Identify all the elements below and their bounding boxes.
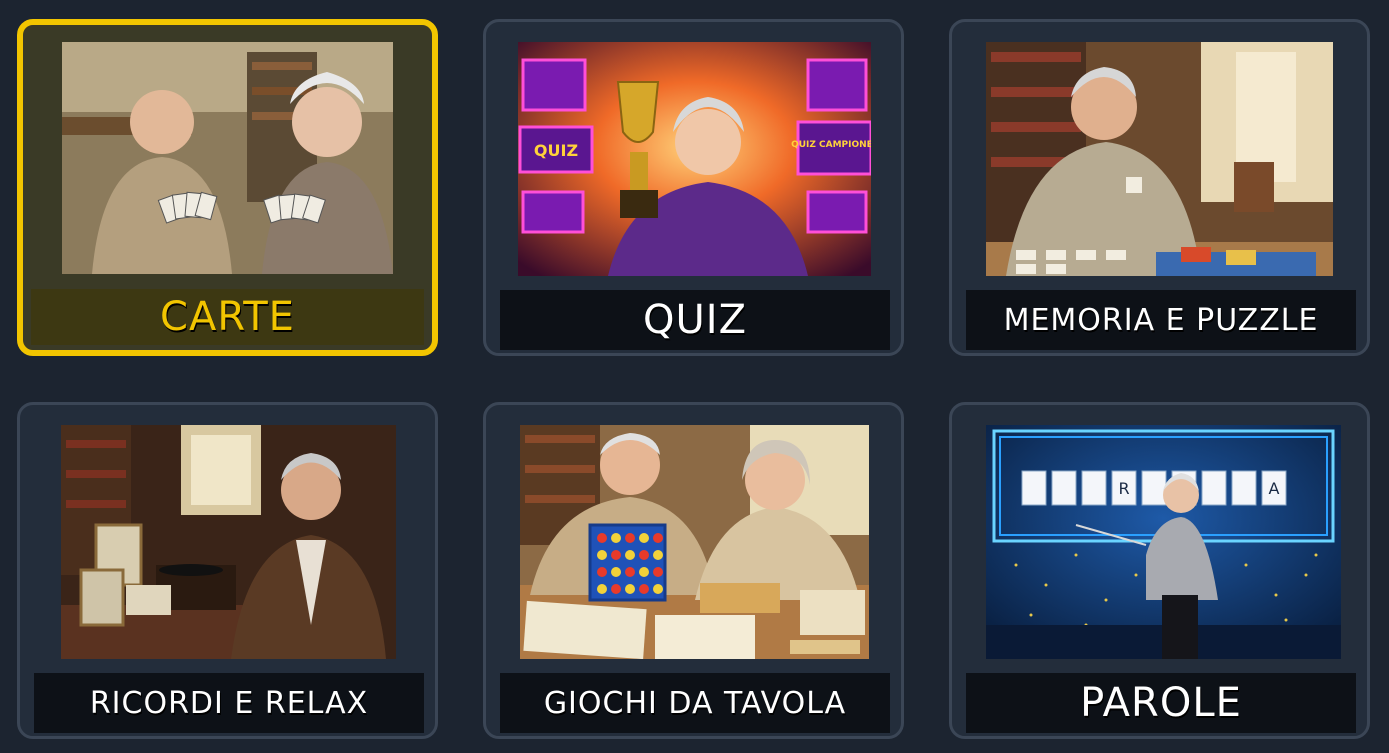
- word-tile-letter: A: [1269, 479, 1280, 498]
- category-label: MEMORIA E PUZZLE: [966, 290, 1356, 350]
- category-card-quiz[interactable]: QUIZ QUIZ CAMPIONE! QUIZ: [483, 19, 904, 356]
- category-label: RICORDI E RELAX: [34, 673, 424, 733]
- category-label: PAROLE: [966, 673, 1356, 733]
- category-card-parole[interactable]: R S A PAROLE: [949, 402, 1370, 739]
- category-card-giochi-da-tavola[interactable]: GIOCHI DA TAVOLA: [483, 402, 904, 739]
- giochi-tavola-thumbnail: [520, 425, 869, 659]
- quiz-thumbnail: QUIZ QUIZ CAMPIONE!: [518, 42, 871, 276]
- game-category-grid: CARTE QUIZ QUIZ CAMPIONE! QUIZ MEMORIA E…: [0, 0, 1389, 753]
- category-card-memoria-e-puzzle[interactable]: MEMORIA E PUZZLE: [949, 19, 1370, 356]
- ricordi-relax-thumbnail: [61, 425, 396, 659]
- quiz-screen-text: QUIZ: [534, 141, 578, 160]
- word-tile-letter: R: [1118, 479, 1129, 498]
- category-card-ricordi-e-relax[interactable]: RICORDI E RELAX: [17, 402, 438, 739]
- quiz-screen-text: QUIZ CAMPIONE!: [791, 140, 871, 150]
- carte-thumbnail: [62, 42, 393, 274]
- category-label: GIOCHI DA TAVOLA: [500, 673, 890, 733]
- memoria-puzzle-thumbnail: [986, 42, 1333, 276]
- category-label: QUIZ: [500, 290, 890, 350]
- parole-thumbnail: R S A: [986, 425, 1341, 659]
- category-card-carte[interactable]: CARTE: [17, 19, 438, 356]
- category-label: CARTE: [31, 289, 424, 345]
- word-tiles: [1021, 470, 1287, 506]
